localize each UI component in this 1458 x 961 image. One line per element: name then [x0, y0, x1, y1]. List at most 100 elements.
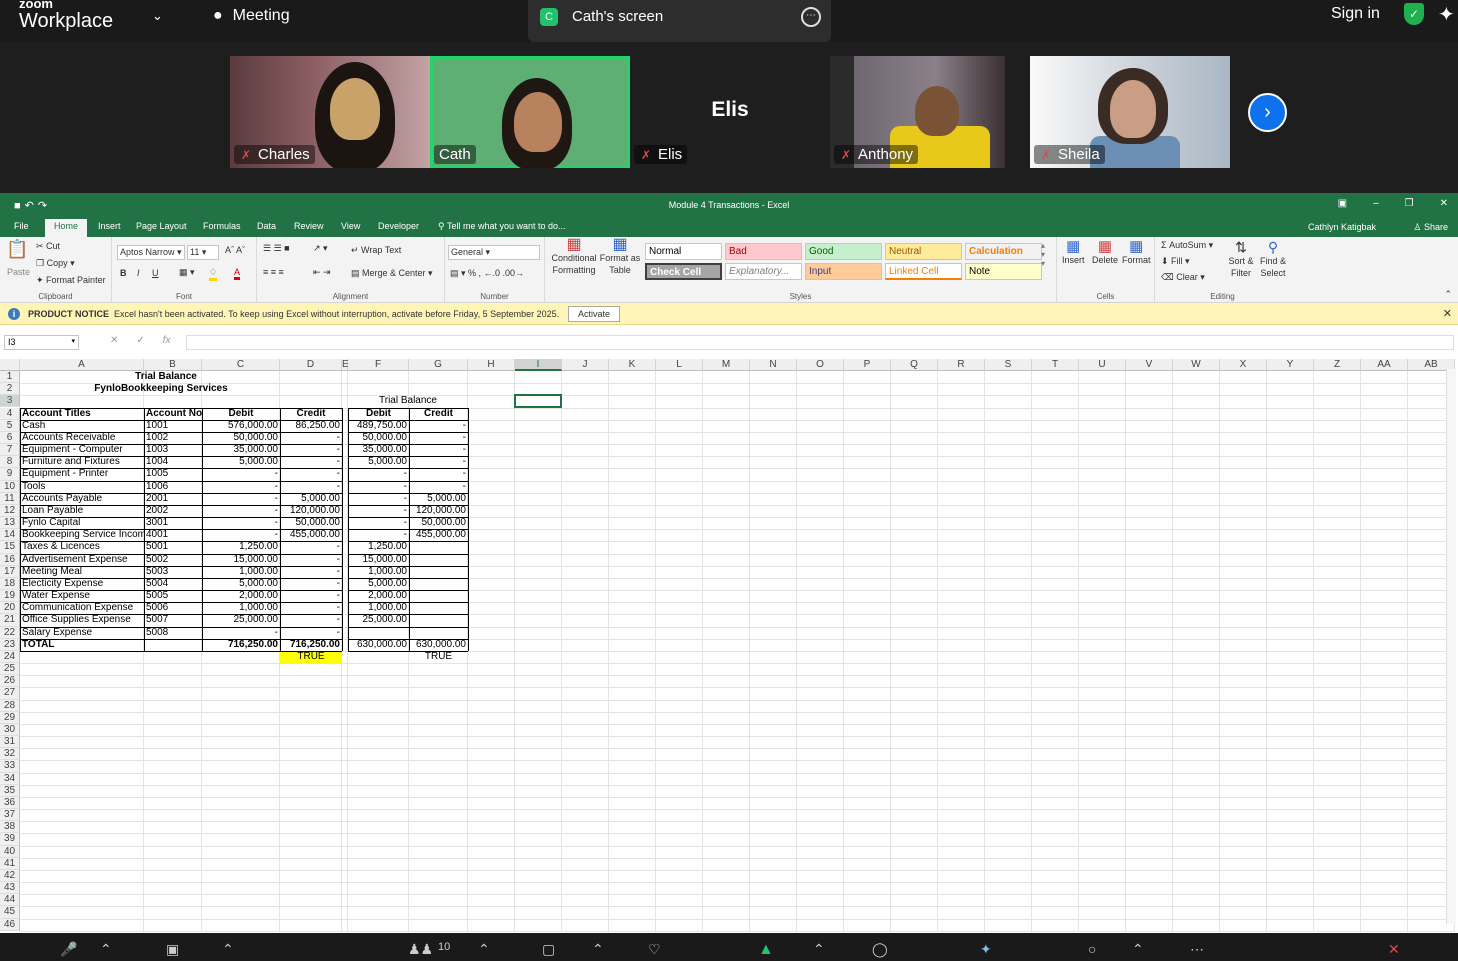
- name-box[interactable]: I3 ▾: [4, 335, 79, 350]
- orientation-icon[interactable]: ↗ ▾: [313, 243, 328, 254]
- tab-page-layout[interactable]: Page Layout: [136, 221, 187, 231]
- row-header[interactable]: 15: [0, 541, 20, 554]
- row-header[interactable]: 35: [0, 784, 20, 797]
- video-tile-charles[interactable]: ✗ Charles: [230, 56, 430, 168]
- wrap-text-button[interactable]: ↵ Wrap Text: [351, 245, 401, 256]
- cut-button[interactable]: ✂ Cut: [36, 241, 60, 252]
- row-header[interactable]: 2: [0, 383, 20, 396]
- row-header[interactable]: 29: [0, 711, 20, 724]
- row-header[interactable]: 32: [0, 748, 20, 761]
- copy-button[interactable]: ❐ Copy ▾: [36, 258, 75, 269]
- share-options-icon[interactable]: ⌃: [813, 941, 825, 958]
- apps-options-icon[interactable]: ⌃: [1132, 941, 1144, 958]
- row-header[interactable]: 7: [0, 444, 20, 457]
- cell-style-normal[interactable]: Normal: [645, 243, 722, 260]
- column-header[interactable]: G: [409, 359, 468, 371]
- row-header[interactable]: 31: [0, 736, 20, 749]
- cancel-icon[interactable]: ✕: [110, 335, 118, 346]
- video-tile-elis[interactable]: Elis ✗ Elis: [630, 56, 830, 168]
- row-header[interactable]: 26: [0, 675, 20, 688]
- paste-icon[interactable]: 📋: [6, 239, 28, 260]
- minimize-icon[interactable]: –: [1373, 198, 1379, 209]
- conditional-formatting-button[interactable]: ▦ Conditional Formatting: [549, 237, 599, 276]
- mute-icon[interactable]: 🎤: [60, 941, 77, 958]
- cell-style-calculation[interactable]: Calculation: [965, 243, 1042, 260]
- column-header[interactable]: D: [280, 359, 342, 371]
- row-header[interactable]: 20: [0, 602, 20, 615]
- insert-cells-button[interactable]: ▦ Insert: [1062, 239, 1085, 266]
- share-button[interactable]: ♙ Share: [1413, 222, 1448, 233]
- select-all-corner[interactable]: [0, 359, 20, 371]
- bold-button[interactable]: B: [120, 268, 127, 278]
- chat-options-icon[interactable]: ⌃: [592, 941, 604, 958]
- row-header[interactable]: 39: [0, 833, 20, 846]
- row-header[interactable]: 30: [0, 723, 20, 737]
- participants-icon[interactable]: ♟♟: [408, 941, 433, 958]
- column-header[interactable]: W: [1173, 359, 1220, 371]
- row-header[interactable]: 36: [0, 796, 20, 810]
- cell-style-explanatory[interactable]: Explanatory...: [725, 263, 802, 280]
- column-header[interactable]: L: [656, 359, 703, 371]
- account-name[interactable]: Cathlyn Katigbak: [1308, 222, 1376, 232]
- column-header[interactable]: R: [938, 359, 985, 371]
- row-header[interactable]: 41: [0, 857, 20, 870]
- formula-input[interactable]: [186, 335, 1454, 350]
- ribbon-display-icon[interactable]: ▣: [1338, 198, 1347, 209]
- cell-style-linked-cell[interactable]: Linked Cell: [885, 263, 962, 280]
- column-header[interactable]: P: [844, 359, 891, 371]
- video-tile-anthony[interactable]: ✗ Anthony: [830, 56, 1005, 168]
- tell-me-search[interactable]: ⚲ Tell me what you want to do...: [438, 221, 566, 232]
- column-header[interactable]: A: [20, 359, 144, 371]
- row-header[interactable]: 18: [0, 577, 20, 591]
- close-notice-icon[interactable]: ✕: [1443, 307, 1452, 320]
- column-header[interactable]: C: [202, 359, 280, 371]
- column-header[interactable]: S: [985, 359, 1032, 371]
- end-meeting-icon[interactable]: ✕: [1388, 941, 1400, 958]
- audio-options-icon[interactable]: ⌃: [100, 941, 112, 958]
- ai-companion-icon[interactable]: ✦: [980, 941, 992, 958]
- cell-style-note[interactable]: Note: [965, 263, 1042, 280]
- restore-icon[interactable]: ❐: [1405, 198, 1414, 209]
- tab-data[interactable]: Data: [257, 221, 276, 231]
- row-header[interactable]: 38: [0, 821, 20, 834]
- row-header[interactable]: 1: [0, 371, 20, 384]
- cell-style-input[interactable]: Input: [805, 263, 882, 280]
- cell-style-check-cell[interactable]: Check Cell: [645, 263, 722, 280]
- row-header[interactable]: 19: [0, 590, 20, 603]
- font-grow-icon[interactable]: Aˆ Aˇ: [225, 245, 245, 255]
- share-screen-icon[interactable]: ▲: [758, 941, 774, 959]
- row-header[interactable]: 24: [0, 650, 20, 664]
- tab-home[interactable]: Home: [45, 219, 88, 237]
- align-left-icon[interactable]: ≡ ≡ ≡: [263, 267, 284, 277]
- column-header[interactable]: Z: [1314, 359, 1361, 371]
- cell-style-neutral[interactable]: Neutral: [885, 243, 962, 260]
- column-header[interactable]: B: [144, 359, 202, 371]
- next-page-arrow-icon[interactable]: ›: [1248, 93, 1287, 132]
- video-tile-cath[interactable]: Cath: [430, 56, 630, 168]
- column-header[interactable]: X: [1220, 359, 1267, 371]
- borders-icon[interactable]: ▦ ▾: [179, 267, 195, 278]
- sign-in-button[interactable]: Sign in: [1331, 5, 1380, 23]
- row-header[interactable]: 10: [0, 480, 20, 493]
- font-name-select[interactable]: Aptos Narrow ▾: [117, 245, 185, 260]
- column-header[interactable]: U: [1079, 359, 1126, 371]
- row-header[interactable]: 44: [0, 894, 20, 907]
- row-header[interactable]: 27: [0, 687, 20, 700]
- row-header[interactable]: 11: [0, 492, 20, 505]
- sort-filter-button[interactable]: ⇅ Sort & Filter: [1225, 240, 1257, 279]
- column-header[interactable]: I: [515, 359, 562, 371]
- more-options-icon[interactable]: ⋯: [801, 7, 821, 27]
- tab-insert[interactable]: Insert: [98, 221, 121, 231]
- column-header[interactable]: M: [703, 359, 750, 371]
- row-header[interactable]: 25: [0, 663, 20, 676]
- record-icon[interactable]: ◯: [872, 941, 888, 958]
- merge-center-button[interactable]: ▤ Merge & Center ▾: [351, 268, 433, 279]
- row-header[interactable]: 23: [0, 638, 20, 651]
- tab-developer[interactable]: Developer: [378, 221, 419, 231]
- row-header[interactable]: 14: [0, 529, 20, 542]
- row-header[interactable]: 9: [0, 468, 20, 481]
- tab-file[interactable]: File: [14, 221, 29, 231]
- activate-button[interactable]: Activate: [568, 306, 621, 322]
- column-header[interactable]: V: [1126, 359, 1173, 371]
- fill-color-icon[interactable]: ♢: [209, 267, 218, 281]
